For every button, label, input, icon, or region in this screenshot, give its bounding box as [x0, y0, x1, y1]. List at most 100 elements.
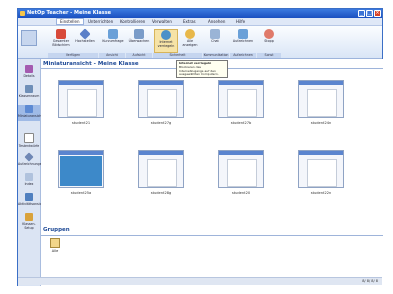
menu-ansehen[interactable]: Ansehen	[208, 19, 225, 24]
test-icon	[24, 133, 34, 143]
group-label-aufzeichnen: Aufzeichnen	[230, 53, 256, 58]
thumbnails-icon	[25, 105, 33, 113]
group-label-kommunikation: Kommunikation	[203, 53, 229, 58]
group-all[interactable]: Alle	[49, 238, 61, 253]
window-title: NetOp Teacher - Meine Klasse	[27, 10, 112, 16]
group-label-aufsicht: Aufsicht	[126, 53, 152, 58]
index-icon	[25, 173, 33, 181]
full-screen-button[interactable]: Gesamter Bildschirm	[50, 29, 72, 51]
nav-thumbnails-label: Miniaturansicht	[18, 114, 43, 118]
screen-preview	[58, 80, 104, 118]
screen-preview	[298, 80, 344, 118]
screen-preview	[138, 80, 184, 118]
thumbnail-label: student22n	[310, 191, 332, 195]
thumbnail-student25a[interactable]: student25a	[53, 147, 109, 199]
activity-icon	[25, 193, 33, 201]
status-counts: 8/ 8/ 8/ 8	[362, 279, 378, 283]
menu-kontrollieren[interactable]: Kontrollieren	[120, 19, 145, 24]
maximize-button[interactable]: □	[366, 10, 373, 17]
thumbnail-student22n[interactable]: student22n	[293, 147, 349, 199]
thumbnail-label: student20	[231, 191, 251, 195]
quick-poll-label: Kurzumfrage	[102, 39, 124, 43]
internet-lock-label: Internet verriegeln	[157, 40, 175, 48]
thumbnail-label: student21	[71, 121, 91, 125]
screen-preview	[138, 150, 184, 188]
screen-preview	[298, 150, 344, 188]
nav-activity-label: Aktivitätsansicht	[18, 202, 45, 206]
raise-button[interactable]: Hochstellen	[74, 28, 96, 51]
stop-label: Stopp	[264, 39, 274, 43]
setup-icon	[25, 213, 33, 221]
thumbnail-student27g[interactable]: student27g	[133, 77, 189, 129]
stop-icon	[264, 29, 274, 39]
nav-index-label: Index	[24, 182, 34, 186]
show-all-label: Alle anzeigen	[182, 39, 198, 47]
title-bar: NetOp Teacher - Meine Klasse _ □ ×	[18, 9, 382, 18]
nav-details[interactable]: Details	[18, 65, 40, 78]
nav-activity[interactable]: Aktivitätsansicht	[18, 193, 45, 206]
app-window: NetOp Teacher - Meine Klasse _ □ × Einst…	[17, 8, 383, 286]
nav-details-label: Details	[23, 74, 35, 78]
thumbnail-student24n[interactable]: student24n	[293, 77, 349, 129]
group-label-sonst: Sonst	[257, 53, 281, 58]
main-panel: Miniaturansicht - Meine Klasse student21…	[41, 59, 383, 286]
menu-extras[interactable]: Extras	[183, 19, 196, 24]
screen-preview	[218, 80, 264, 118]
thumbnail-label: student24n	[310, 121, 332, 125]
screen-preview	[58, 150, 104, 188]
menu-unterrichten[interactable]: Unterrichten	[88, 19, 113, 24]
nav-thumbnails[interactable]: Miniaturansicht	[18, 105, 43, 121]
nav-recordings[interactable]: Aufzeichnungen	[18, 152, 44, 166]
chat-button[interactable]: Chat	[204, 29, 226, 51]
record-icon	[238, 29, 248, 39]
page-title: Miniaturansicht - Meine Klasse	[43, 61, 139, 67]
thumbnail-label: student25a	[70, 191, 92, 195]
nav-tests-label: Testentwürfe	[18, 144, 40, 148]
thumbnail-label: student27g	[150, 121, 172, 125]
thumbnail-student27b[interactable]: student27b	[213, 77, 269, 129]
nav-recordings-label: Aufzeichnungen	[18, 162, 44, 166]
thumbnail-label: student28g	[150, 191, 172, 195]
thumbnail-student28g[interactable]: student28g	[133, 147, 189, 199]
internet-lock-button[interactable]: Internet verriegeln	[154, 29, 178, 53]
show-all-button[interactable]: Alle anzeigen	[179, 29, 201, 51]
chat-icon	[210, 29, 220, 39]
thumbnail-student21[interactable]: student21	[53, 77, 109, 129]
menu-einstellen[interactable]: Einstellen	[56, 18, 84, 25]
close-button[interactable]: ×	[374, 10, 381, 17]
monitor-icon	[56, 29, 66, 39]
monitor-watch-icon	[134, 29, 144, 39]
nav-tests[interactable]: Testentwürfe	[18, 133, 40, 148]
group-icon	[50, 238, 60, 248]
details-icon	[25, 65, 33, 73]
thumbnail-student20[interactable]: student20	[213, 147, 269, 199]
minimize-button[interactable]: _	[358, 10, 365, 17]
nav-index[interactable]: Index	[18, 173, 40, 186]
menu-bar: Einstellen Unterrichten Kontrollieren Ve…	[18, 18, 382, 26]
group-label-ansicht: Ansicht	[99, 53, 125, 58]
status-bar: 8/ 8/ 8/ 8	[18, 277, 382, 285]
recordings-icon	[24, 152, 34, 162]
classroom-icon	[25, 85, 33, 93]
monitor-button[interactable]: Überwachen	[128, 29, 150, 51]
group-label-verfuegen: Verfügen	[48, 53, 98, 58]
groups-heading: Gruppen	[43, 227, 70, 233]
left-nav: Details Klassenraum Miniaturansicht Test…	[18, 59, 45, 286]
menu-verwalten[interactable]: Verwalten	[152, 19, 172, 24]
menu-hilfe[interactable]: Hilfe	[236, 19, 245, 24]
nav-class-setup-label: Klassen-Setup	[22, 222, 36, 230]
chat-label: Chat	[211, 39, 219, 43]
app-logo-icon	[20, 11, 25, 16]
nav-classroom-label: Klassenraum	[18, 94, 40, 98]
quick-poll-button[interactable]: Kurzumfrage	[102, 29, 124, 51]
nav-class-setup[interactable]: Klassen-Setup	[18, 213, 40, 230]
record-label: Aufzeichnen	[232, 39, 254, 43]
poll-icon	[108, 29, 118, 39]
group-all-label: Alle	[51, 249, 59, 253]
nav-classroom[interactable]: Klassenraum	[18, 85, 40, 98]
group-label-sicherheit: Sicherheit	[153, 53, 202, 58]
record-button[interactable]: Aufzeichnen	[232, 29, 254, 51]
stop-button[interactable]: Stopp	[258, 29, 280, 51]
app-menu-button[interactable]	[21, 30, 37, 46]
screen-preview	[218, 150, 264, 188]
